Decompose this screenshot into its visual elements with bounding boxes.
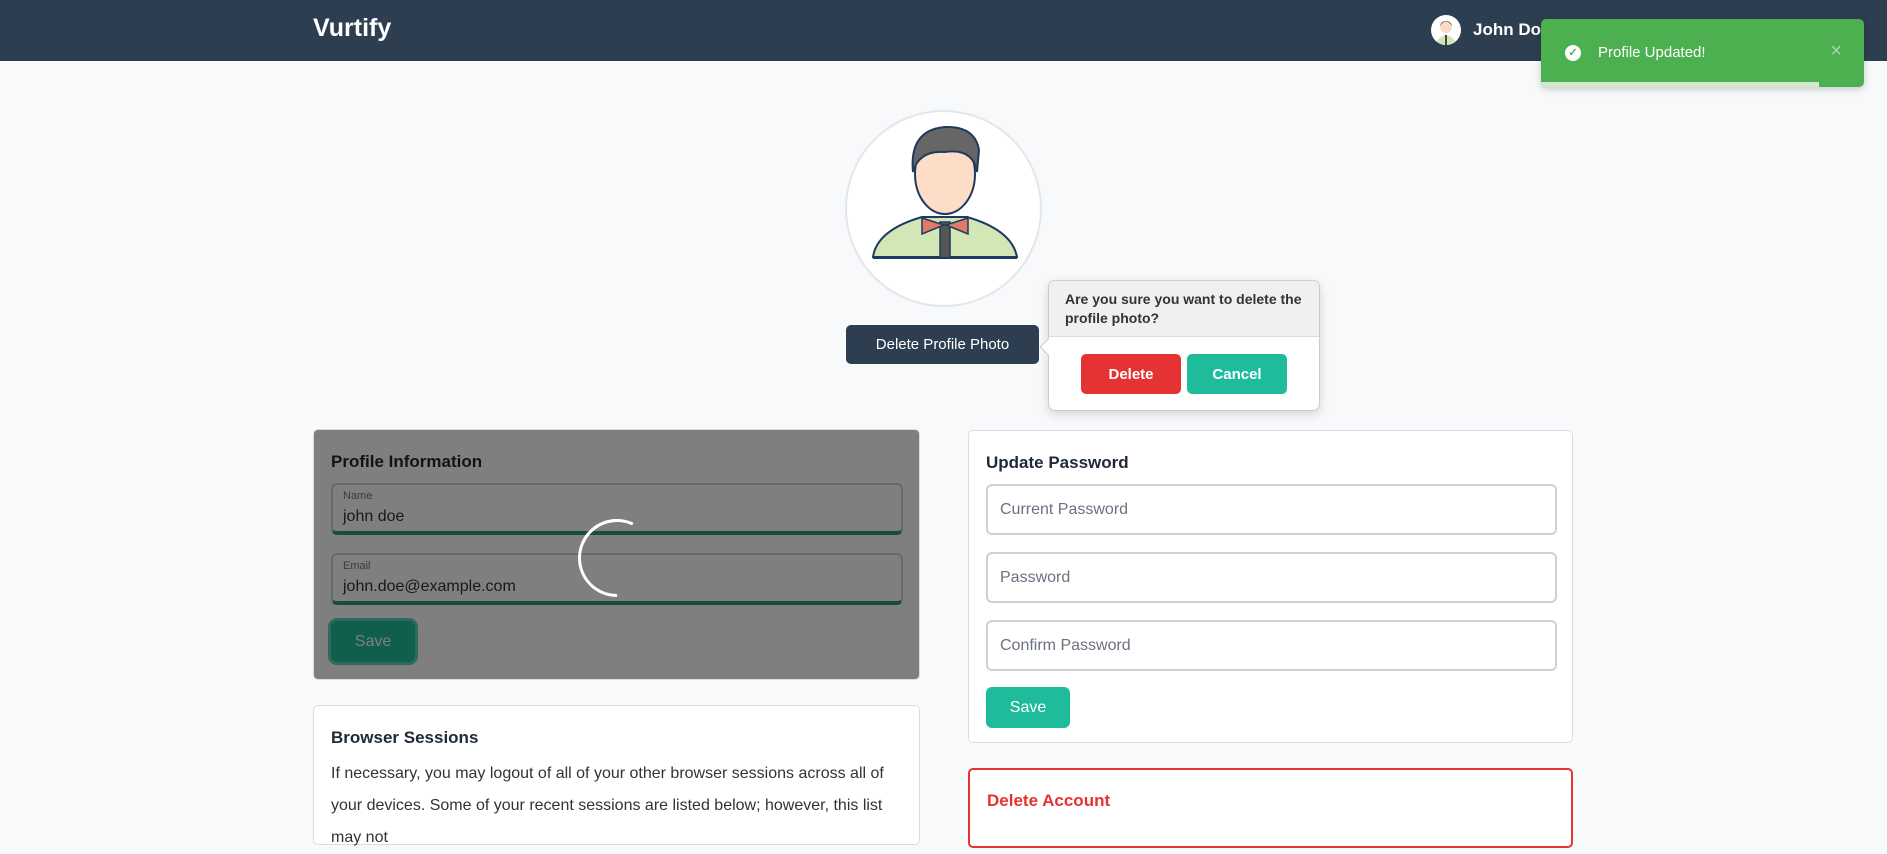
user-name: John Do — [1473, 20, 1541, 39]
current-password-input[interactable] — [986, 484, 1557, 535]
sessions-description: If necessary, you may logout of all of y… — [331, 765, 884, 846]
browser-sessions-panel: Browser Sessions If necessary, you may l… — [313, 705, 920, 846]
confirm-delete-button[interactable]: Delete — [1081, 354, 1181, 394]
success-toast: ✓ Profile Updated! × — [1541, 19, 1864, 87]
app-logo[interactable]: Vurtify — [313, 14, 391, 43]
panel-title: Delete Account — [987, 791, 1111, 810]
profile-information-panel: Profile Information Name john doe Email … — [313, 429, 920, 680]
delete-account-panel: Delete Account — [968, 768, 1573, 848]
close-icon[interactable]: × — [1830, 40, 1842, 63]
profile-photo — [845, 110, 1042, 307]
save-password-button[interactable]: Save — [986, 687, 1070, 728]
popover-arrow — [1039, 338, 1057, 356]
toast-message: Profile Updated! — [1598, 44, 1706, 61]
password-input[interactable] — [986, 552, 1557, 603]
update-password-panel: Update Password Save — [968, 430, 1573, 743]
panel-title: Browser Sessions — [331, 728, 479, 747]
user-avatar — [1431, 15, 1461, 45]
delete-profile-photo-button[interactable]: Delete Profile Photo — [846, 325, 1039, 364]
user-menu[interactable]: John Do — [1431, 15, 1541, 45]
confirm-delete-popover: Are you sure you want to delete the prof… — [1039, 280, 1320, 411]
loading-spinner-arc — [567, 508, 667, 608]
toast-progress-bar — [1541, 82, 1819, 87]
loading-overlay — [314, 430, 919, 679]
check-circle-icon: ✓ — [1565, 45, 1581, 61]
confirm-password-input[interactable] — [986, 620, 1557, 671]
popover-question: Are you sure you want to delete the prof… — [1049, 281, 1319, 337]
cancel-button[interactable]: Cancel — [1187, 354, 1287, 394]
panel-title: Update Password — [986, 453, 1129, 472]
